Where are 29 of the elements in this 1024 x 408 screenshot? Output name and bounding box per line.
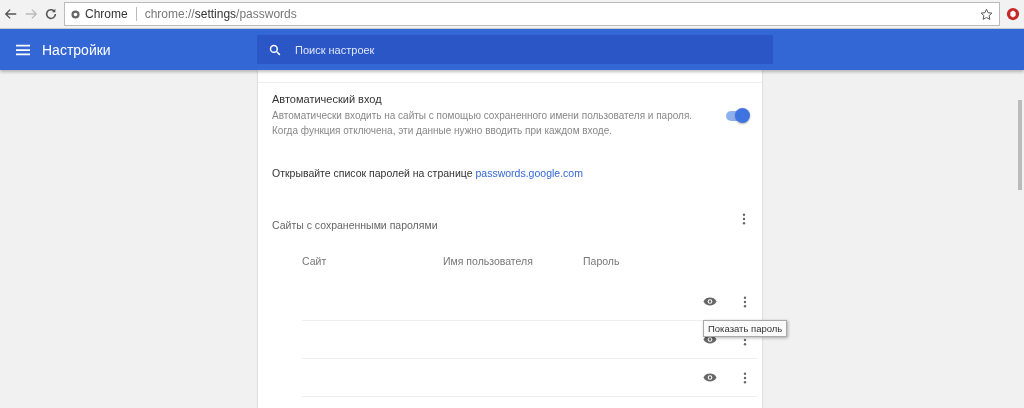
search-bar[interactable]: Поиск настроек xyxy=(257,35,773,64)
more-icon[interactable] xyxy=(742,213,746,225)
page-label: Chrome xyxy=(85,7,128,21)
column-header: Имя пользователя xyxy=(443,255,534,267)
scrollbar-thumb[interactable] xyxy=(1018,100,1022,190)
address-bar[interactable]: Chrome chrome://settings/passwords xyxy=(64,2,1000,26)
setting-description: Автоматически входить на сайты с помощью сохраненного имени пользователя и пароля. Когда функция отключена, эти данные нужно вводить при каждом входе. xyxy=(272,109,694,138)
column-header: Пароль xyxy=(583,255,620,267)
back-icon[interactable] xyxy=(4,7,18,21)
eye-icon[interactable] xyxy=(703,297,717,306)
more-icon[interactable] xyxy=(743,295,747,308)
header-title: Настройки xyxy=(42,41,111,58)
column-header: Сайт xyxy=(302,255,328,267)
passwords-text: Открывайте список паролей на странице xyxy=(272,167,473,179)
setting-title: Автоматический вход xyxy=(272,93,383,105)
more-icon[interactable] xyxy=(743,371,747,384)
chrome-icon xyxy=(71,9,80,19)
search-field[interactable]: Поиск настроек xyxy=(293,42,773,57)
reload-icon[interactable] xyxy=(44,7,58,21)
section-title: Сайты с сохраненными паролями xyxy=(272,219,438,231)
url-text: chrome://settings/passwords xyxy=(144,7,298,21)
tooltip: Показать пароль xyxy=(703,320,788,337)
eye-icon[interactable] xyxy=(703,373,717,382)
toggle-switch[interactable] xyxy=(726,110,748,121)
search-icon xyxy=(269,43,281,56)
star-icon[interactable] xyxy=(980,7,993,21)
menu-icon[interactable] xyxy=(16,43,30,56)
passwords-link[interactable]: passwords.google.com xyxy=(475,167,583,179)
extension-icon[interactable] xyxy=(1006,7,1020,21)
